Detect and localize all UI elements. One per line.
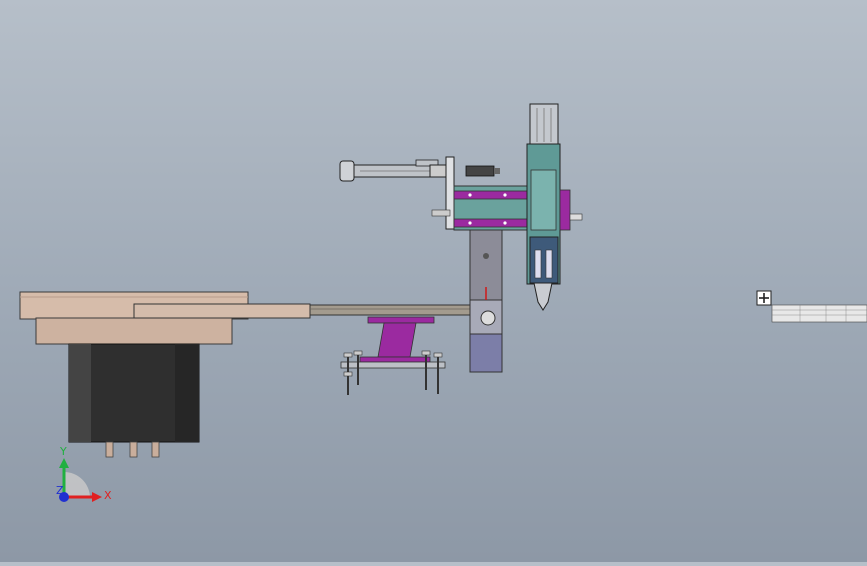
linear-feed-track[interactable] — [133, 303, 471, 319]
rod-end-fitting — [465, 165, 495, 177]
lower-rail — [453, 218, 529, 228]
support-post[interactable] — [469, 227, 503, 373]
model-canvas[interactable]: Y X Z — [0, 0, 867, 562]
leveling-bolt-left — [343, 352, 353, 395]
vibrator-top-plate — [367, 316, 435, 324]
title-block — [771, 304, 867, 323]
post-foot — [469, 333, 503, 373]
linear-vibrator[interactable] — [340, 316, 446, 395]
vibrator-mount-plate — [359, 356, 431, 363]
triad-x-label: X — [104, 489, 112, 502]
track-plate — [133, 303, 311, 319]
origin-marker-icon[interactable] — [756, 290, 772, 306]
cylinder-end-cap — [339, 160, 355, 182]
track-rail — [309, 304, 471, 316]
upper-rail — [453, 190, 529, 200]
triad-z-label: Z — [56, 484, 64, 497]
vibrator-base-plate — [340, 361, 446, 369]
leveling-bolt-right — [421, 350, 443, 394]
pick-head[interactable] — [526, 103, 583, 311]
graphics-viewport[interactable]: Y X Z — [0, 0, 867, 562]
motor-foot-2 — [129, 441, 138, 458]
vibrator-spring-block — [377, 322, 417, 358]
suction-nozzle — [533, 282, 553, 311]
cylinder-mount-bracket — [445, 156, 455, 230]
motor-foot-3 — [151, 441, 160, 458]
triad-y-label: Y — [59, 445, 67, 458]
coordinate-triad-icon[interactable]: Y X Z — [56, 445, 112, 502]
motor-foot-1 — [105, 441, 114, 458]
head-lower-block — [529, 236, 559, 284]
bowl-lower-ring — [35, 317, 233, 345]
